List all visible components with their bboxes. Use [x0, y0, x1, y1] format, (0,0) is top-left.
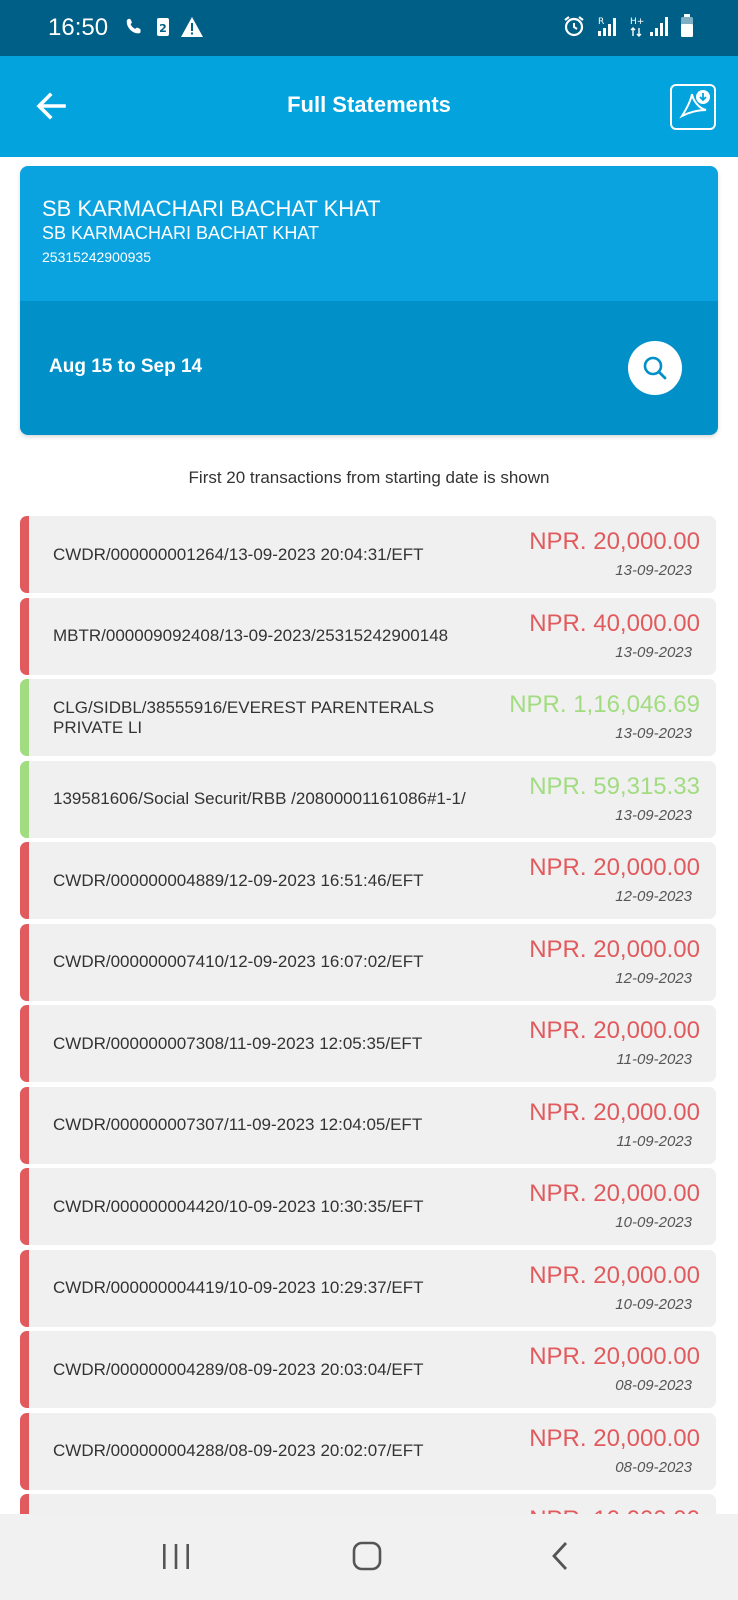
transaction-date: 11-09-2023 — [616, 1132, 692, 1150]
debit-indicator — [20, 923, 29, 1001]
transaction-date: 13-09-2023 — [615, 562, 692, 579]
debit-indicator — [20, 1249, 29, 1327]
transaction-row[interactable]: CWDR/000000004420/10-09-2023 10:30:35/EF… — [20, 1168, 716, 1245]
debit-indicator — [20, 842, 29, 919]
transaction-row[interactable]: CWDR/000000004419/10-09-2023 10:29:37/EF… — [20, 1249, 716, 1327]
status-bar: 16:50 2 R H+ — [0, 0, 738, 56]
status-right-icons: R H+ — [562, 14, 694, 38]
data-h-plus-icon: H+ — [630, 17, 668, 37]
transaction-description: CWDR/000000007308/11-09-2023 12:05:35/EF… — [53, 1033, 423, 1053]
transaction-date: 13-09-2023 — [615, 806, 692, 824]
transaction-date: 13-09-2023 — [615, 725, 692, 742]
transaction-amount: NPR. 1,16,046.69 — [509, 691, 700, 718]
alarm-icon — [564, 16, 584, 37]
page-title: Full Statements — [287, 92, 451, 117]
signal-roaming-icon: R — [598, 17, 616, 36]
debit-indicator — [20, 1494, 29, 1514]
search-icon — [643, 356, 667, 380]
transaction-amount: NPR. 20,000.00 — [529, 854, 700, 881]
transaction-description: CWDR/000000004889/12-09-2023 16:51:46/EF… — [53, 870, 424, 890]
transaction-description: CWDR/000000001264/13-09-2023 20:04:31/EF… — [53, 544, 424, 564]
account-number: 25315242900935 — [42, 249, 152, 265]
transaction-row[interactable]: CWDR/000000004889/12-09-2023 16:51:46/EF… — [20, 842, 716, 919]
transaction-amount: NPR. 20,000.00 — [529, 935, 700, 963]
debit-indicator — [20, 597, 29, 675]
battery-icon — [681, 14, 693, 37]
transaction-amount: NPR. 40,000.00 — [529, 609, 700, 637]
warning-icon — [181, 17, 203, 37]
transaction-date: 10-09-2023 — [615, 1214, 692, 1231]
transaction-date: 11-09-2023 — [616, 1051, 692, 1068]
transaction-amount: NPR. 20,000.00 — [529, 1180, 700, 1207]
transaction-amount: NPR. 20,000.00 — [529, 1343, 700, 1370]
transaction-amount: NPR. 20,000.00 — [529, 1098, 700, 1126]
transaction-date: 08-09-2023 — [615, 1458, 692, 1476]
transaction-description: CWDR/000000004420/10-09-2023 10:30:35/EF… — [53, 1196, 424, 1216]
transaction-row[interactable]: 139581606/Social Securit/RBB /2080000116… — [20, 760, 716, 838]
transaction-list: CWDR/000000001264/13-09-2023 20:04:31/EF… — [20, 516, 716, 1514]
debit-indicator — [20, 1412, 29, 1490]
account-details: SB KARMACHARI BACHAT KHAT SB KARMACHARI … — [20, 166, 718, 301]
transaction-description — [53, 1494, 508, 1514]
debit-indicator — [20, 516, 29, 593]
transaction-description: CWDR/000000007307/11-09-2023 12:04:05/EF… — [53, 1115, 423, 1134]
transaction-date: 12-09-2023 — [615, 888, 692, 905]
transaction-description: CWDR/000000007410/12-09-2023 16:07:02/EF… — [53, 952, 424, 971]
transaction-date: 12-09-2023 — [615, 969, 692, 987]
transaction-date: 08-09-2023 — [615, 1377, 692, 1394]
transaction-amount: NPR. 20,000.00 — [529, 1017, 700, 1044]
transaction-row[interactable]: CLG/SIDBL/38555916/EVEREST PARENTERALS P… — [20, 679, 716, 756]
transaction-description: CWDR/000000004288/08-09-2023 20:02:07/EF… — [53, 1441, 424, 1460]
home-icon[interactable] — [351, 1540, 383, 1572]
transaction-row[interactable]: CWDR/000000007307/11-09-2023 12:04:05/EF… — [20, 1086, 716, 1164]
transaction-description: 139581606/Social Securit/RBB /2080000116… — [53, 789, 466, 808]
transaction-row[interactable]: CWDR/000000001264/13-09-2023 20:04:31/EF… — [20, 516, 716, 593]
svg-text:2: 2 — [159, 22, 167, 35]
transaction-row[interactable]: NPR. 10,000.00 — [20, 1494, 716, 1514]
account-card: SB KARMACHARI BACHAT KHAT SB KARMACHARI … — [20, 166, 718, 435]
back-icon[interactable] — [548, 1540, 572, 1572]
transaction-description: CWDR/000000004289/08-09-2023 20:03:04/EF… — [53, 1359, 424, 1379]
transaction-amount: NPR. 20,000.00 — [529, 528, 700, 555]
transaction-description: MBTR/000009092408/13-09-2023/25315242900… — [53, 626, 449, 645]
transaction-amount: NPR. 59,315.33 — [529, 772, 700, 800]
transaction-amount: NPR. 10,000.00 — [529, 1506, 700, 1514]
transaction-amount: NPR. 20,000.00 — [529, 1261, 700, 1289]
transaction-date: 13-09-2023 — [615, 643, 692, 661]
debit-indicator — [20, 1331, 29, 1408]
date-filter-bar: Aug 15 to Sep 14 — [20, 301, 718, 435]
svg-text:R: R — [598, 17, 604, 27]
search-button[interactable] — [628, 341, 682, 395]
call-icon — [126, 18, 141, 34]
debit-indicator — [20, 1005, 29, 1082]
date-range[interactable]: Aug 15 to Sep 14 — [49, 356, 202, 378]
transaction-date: 10-09-2023 — [615, 1295, 692, 1313]
debit-indicator — [20, 1086, 29, 1164]
account-name: SB KARMACHARI BACHAT KHAT — [42, 196, 381, 221]
transaction-description: CWDR/000000004419/10-09-2023 10:29:37/EF… — [53, 1278, 424, 1297]
transaction-row[interactable]: CWDR/000000004288/08-09-2023 20:02:07/EF… — [20, 1412, 716, 1490]
download-pdf-button[interactable] — [670, 84, 716, 130]
transaction-row[interactable]: CWDR/000000004289/08-09-2023 20:03:04/EF… — [20, 1331, 716, 1408]
debit-indicator — [20, 1168, 29, 1245]
account-type: SB KARMACHARI BACHAT KHAT — [42, 223, 320, 243]
sim-2-icon: 2 — [157, 18, 169, 36]
transaction-row[interactable]: CWDR/000000007308/11-09-2023 12:05:35/EF… — [20, 1005, 716, 1082]
transaction-row[interactable]: MBTR/000009092408/13-09-2023/25315242900… — [20, 597, 716, 675]
transaction-row[interactable]: CWDR/000000007410/12-09-2023 16:07:02/EF… — [20, 923, 716, 1001]
transactions-info: First 20 transactions from starting date… — [188, 468, 550, 487]
credit-indicator — [20, 760, 29, 838]
pdf-download-icon — [679, 90, 710, 119]
transaction-amount: NPR. 20,000.00 — [529, 1424, 700, 1452]
svg-text:H+: H+ — [630, 17, 644, 27]
recent-apps-icon[interactable] — [160, 1542, 192, 1572]
status-time: 16:50 — [48, 14, 109, 41]
navigation-bar — [0, 1514, 738, 1600]
transaction-description: CLG/SIDBL/38555916/EVEREST PARENTERALS P… — [53, 697, 435, 737]
status-left-icons: 2 — [124, 16, 204, 38]
app-bar: Full Statements — [0, 56, 738, 157]
credit-indicator — [20, 679, 29, 756]
